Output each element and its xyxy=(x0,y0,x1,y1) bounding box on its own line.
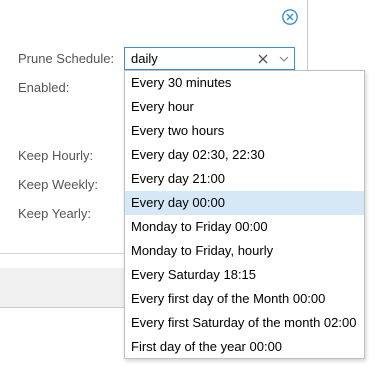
prune-schedule-label: Prune Schedule: xyxy=(18,51,115,66)
keep-hourly-label: Keep Hourly: xyxy=(18,148,94,163)
keep-weekly-label: Keep Weekly: xyxy=(18,177,98,192)
dropdown-option[interactable]: Every 30 minutes xyxy=(125,71,364,95)
dropdown-option[interactable]: Every hour xyxy=(125,95,364,119)
dropdown-option[interactable]: Every day 02:30, 22:30 xyxy=(125,143,364,167)
prune-schedule-value[interactable]: daily xyxy=(131,51,158,67)
dropdown-option[interactable]: Every Saturday 18:15 xyxy=(125,263,364,287)
keep-yearly-label: Keep Yearly: xyxy=(18,206,92,221)
close-icon[interactable] xyxy=(281,8,299,26)
schedule-dropdown-list: Every 30 minutes Every hour Every two hour… xyxy=(124,70,365,359)
prune-schedule-combobox[interactable]: daily xyxy=(124,47,295,70)
clear-x-icon[interactable] xyxy=(255,49,271,69)
close-circle-icon xyxy=(282,9,298,25)
dropdown-option[interactable]: Every day 00:00 xyxy=(125,191,364,215)
dropdown-option[interactable]: Every first day of the Month 00:00 xyxy=(125,287,364,311)
dropdown-option[interactable]: Every first Saturday of the month 02:00 xyxy=(125,311,364,335)
enabled-label: Enabled: xyxy=(18,80,70,95)
stage: Prune Schedule: Enabled: Keep Hourly: Ke… xyxy=(0,0,376,373)
dropdown-option[interactable]: First day of the year 00:00 xyxy=(125,335,364,359)
dropdown-option[interactable]: Every two hours xyxy=(125,119,364,143)
dropdown-option[interactable]: Monday to Friday 00:00 xyxy=(125,215,364,239)
dropdown-option[interactable]: Monday to Friday, hourly xyxy=(125,239,364,263)
dropdown-option[interactable]: Every day 21:00 xyxy=(125,167,364,191)
chevron-down-icon[interactable] xyxy=(275,49,293,69)
